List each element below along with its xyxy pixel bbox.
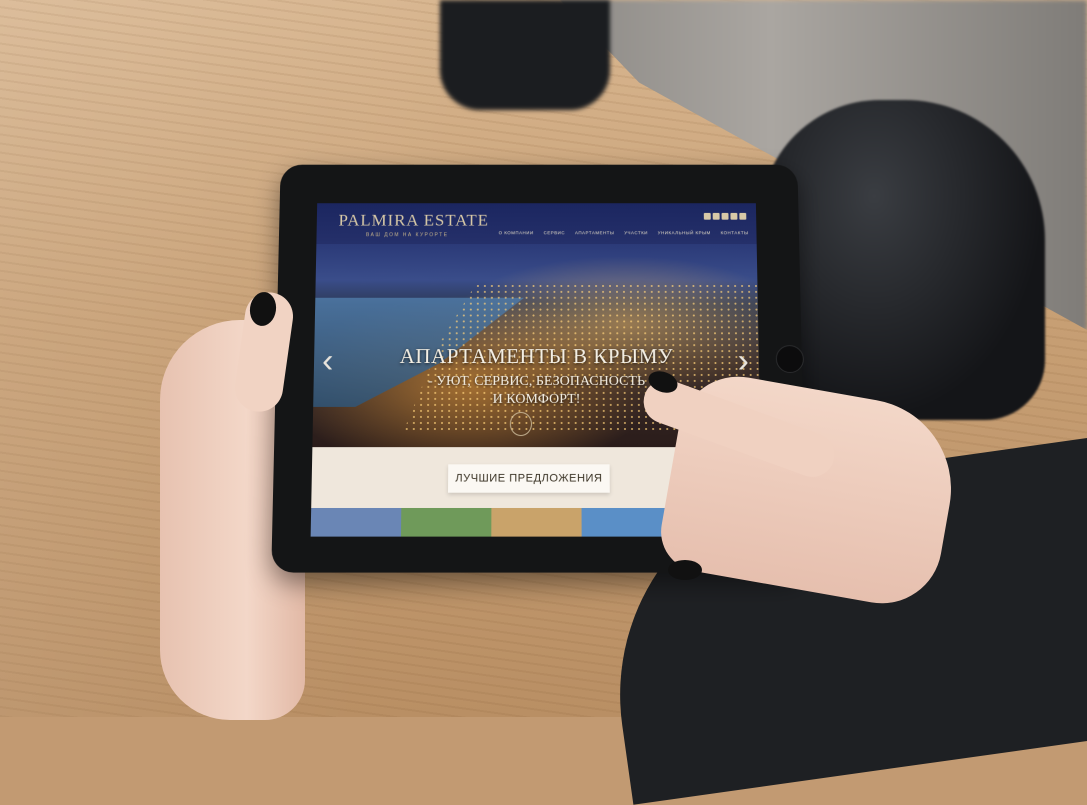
hero-title: АПАРТАМЕНТЫ В КРЫМУ	[314, 344, 759, 369]
site-nav: О КОМПАНИИ СЕРВИС АПАРТАМЕНТЫ УЧАСТКИ УН…	[499, 230, 749, 235]
social-icons	[704, 213, 747, 220]
offer-thumbnail[interactable]	[401, 508, 491, 537]
nav-item-crimea[interactable]: УНИКАЛЬНЫЙ КРЫМ	[658, 230, 711, 235]
background-chair	[440, 0, 610, 110]
nav-item-company[interactable]: О КОМПАНИИ	[499, 230, 534, 235]
offer-thumbnail[interactable]	[491, 508, 581, 537]
instagram-icon[interactable]	[713, 213, 720, 220]
best-offers-button[interactable]: ЛУЧШИЕ ПРЕДЛОЖЕНИЯ	[448, 464, 610, 492]
site-tagline: ВАШ ДОМ НА КУРОРТЕ	[366, 232, 449, 238]
thumb-nail-right	[668, 560, 702, 580]
twitter-icon[interactable]	[730, 213, 737, 220]
facebook-icon[interactable]	[704, 213, 711, 220]
site-logo[interactable]: PALMIRA ESTATE	[338, 211, 489, 230]
black-chair	[760, 100, 1045, 420]
youtube-icon[interactable]	[739, 213, 746, 220]
vk-icon[interactable]	[722, 213, 729, 220]
tablet-home-button[interactable]	[776, 345, 805, 373]
nav-item-contacts[interactable]: КОНТАКТЫ	[721, 230, 749, 235]
nav-item-service[interactable]: СЕРВИС	[544, 230, 566, 235]
nav-item-plots[interactable]: УЧАСТКИ	[624, 230, 648, 235]
nav-item-apartments[interactable]: АПАРТАМЕНТЫ	[575, 230, 614, 235]
emblem-icon	[510, 412, 532, 436]
offer-thumbnail[interactable]	[582, 508, 672, 537]
site-header: PALMIRA ESTATE ВАШ ДОМ НА КУРОРТЕ О КОМП…	[316, 203, 756, 244]
offer-thumbnail[interactable]	[311, 508, 402, 537]
